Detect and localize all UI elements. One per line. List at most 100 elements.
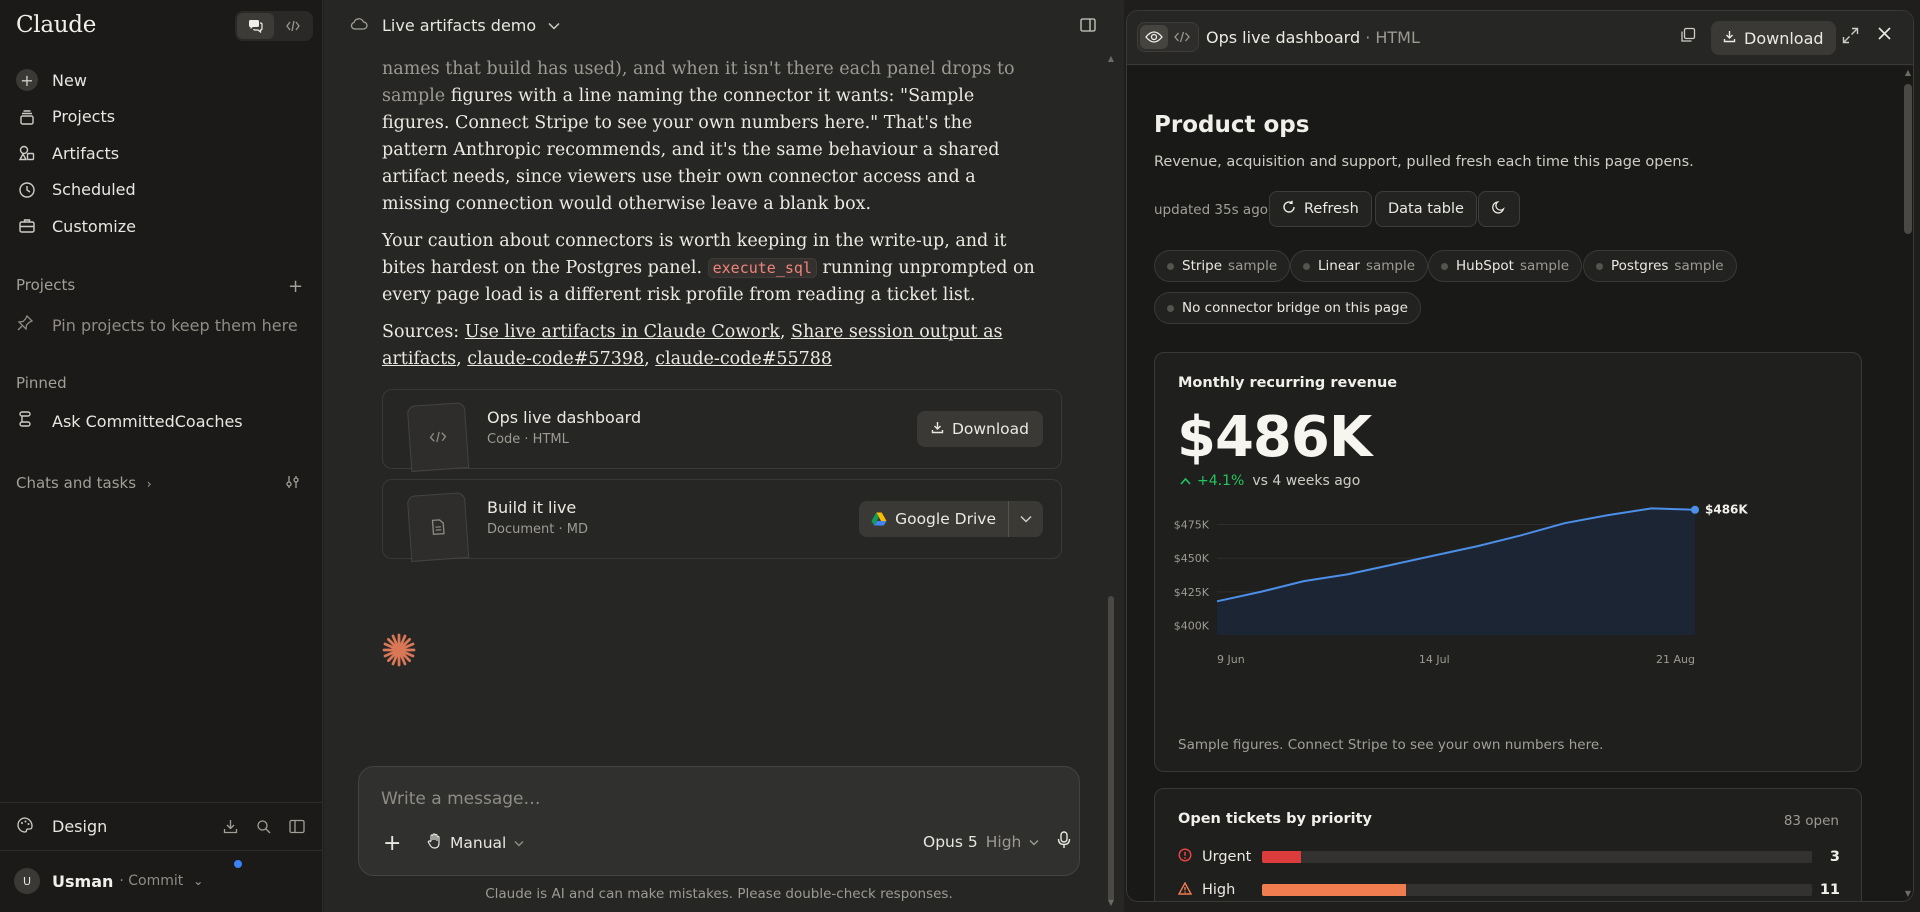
close-icon[interactable]	[1877, 25, 1892, 46]
expand-icon[interactable]	[1842, 27, 1859, 48]
pinned-item-ask-committedcoaches[interactable]: Ask CommittedCoaches	[16, 410, 243, 432]
chats-and-tasks-toggle[interactable]: Chats and tasks ›	[16, 474, 152, 492]
code-mode-icon[interactable]	[274, 13, 311, 39]
sidebar-collapse-icon[interactable]	[289, 819, 305, 838]
sidebar-item-customize[interactable]: Customize	[0, 208, 323, 245]
sidebar-item-new[interactable]: + New	[0, 62, 323, 99]
google-drive-label: Google Drive	[895, 510, 996, 528]
add-project-icon[interactable]: +	[288, 276, 303, 297]
y-tick-label: $450K	[1174, 552, 1210, 565]
priority-bar-track	[1262, 884, 1812, 896]
pinned-section-label: Pinned	[16, 374, 67, 392]
chat-mode-icon[interactable]	[237, 13, 274, 39]
refresh-label: Refresh	[1304, 201, 1359, 217]
status-dot	[1303, 262, 1310, 270]
tickets-card: Open tickets by priority 83 open Urgent …	[1154, 788, 1862, 901]
mode-toggle	[235, 11, 313, 41]
permission-mode-selector[interactable]: Manual	[427, 833, 524, 853]
connector-name: Stripe	[1182, 258, 1223, 274]
plus-icon: +	[16, 69, 38, 92]
message-input[interactable]	[381, 789, 1041, 809]
chat-title-button[interactable]: Live artifacts demo	[350, 16, 560, 35]
connector-chip-linear: Linear sample	[1290, 250, 1429, 282]
scrollbar-thumb[interactable]	[1108, 596, 1114, 902]
eye-icon[interactable]	[1140, 25, 1168, 49]
artifact-name: Ops live dashboard	[1206, 28, 1361, 47]
artifact-kind: · HTML	[1365, 28, 1420, 47]
artifact-panel-toggle-icon[interactable]	[1080, 18, 1096, 36]
refresh-button[interactable]: Refresh	[1269, 191, 1372, 227]
theme-toggle-button[interactable]	[1478, 191, 1520, 227]
notification-dot	[234, 860, 242, 868]
download-label: Download	[1744, 28, 1824, 48]
sidebar-item-projects[interactable]: Projects	[0, 99, 323, 136]
dashboard-subtitle: Revenue, acquisition and support, pulled…	[1154, 154, 1694, 170]
x-tick-label: 21 Aug	[1656, 653, 1695, 666]
download-label: Download	[951, 420, 1029, 438]
priority-label: Urgent	[1202, 849, 1252, 865]
message-composer: + Manual Opus 5 High	[358, 766, 1080, 876]
chat-header: Live artifacts demo	[324, 0, 1124, 54]
model-selector[interactable]: Opus 5 High	[923, 833, 1039, 851]
chevron-down-icon	[548, 19, 560, 33]
data-label-end: $486K	[1705, 503, 1748, 517]
microphone-icon[interactable]	[1057, 831, 1071, 854]
scroll-up-arrow-icon[interactable]: ▲	[1903, 68, 1913, 77]
source-link[interactable]: claude-code#57398	[467, 349, 644, 369]
effort-level: High	[985, 833, 1022, 851]
connector-state: sample	[1228, 258, 1278, 274]
artifact-title: Ops live dashboard · HTML	[1206, 28, 1420, 47]
x-tick-label: 9 Jun	[1217, 653, 1245, 666]
source-link[interactable]: claude-code#55788	[655, 349, 832, 369]
search-icon[interactable]	[256, 819, 271, 838]
open-ticket-count: 83 open	[1783, 813, 1839, 829]
connector-name: Postgres	[1611, 258, 1669, 274]
user-name: Usman	[52, 871, 114, 891]
pin-icon	[16, 314, 38, 336]
file-meta: Code · HTML	[487, 432, 569, 447]
chevron-down-icon	[1029, 836, 1039, 849]
priority-count: 3	[1829, 849, 1840, 865]
status-dot	[1441, 262, 1448, 270]
save-to-google-drive-button[interactable]: Google Drive	[859, 501, 1009, 537]
x-tick-label: 14 Jul	[1419, 653, 1450, 666]
hand-icon	[427, 833, 442, 853]
priority-bar-track	[1262, 851, 1812, 863]
shapes-icon	[16, 142, 38, 164]
add-attachment-icon[interactable]: +	[383, 831, 401, 856]
y-tick-label: $475K	[1174, 519, 1210, 532]
sidebar-item-artifacts[interactable]: Artifacts	[0, 135, 323, 172]
artifact-download-button[interactable]: Download	[1711, 21, 1836, 55]
download-button[interactable]: Download	[916, 411, 1043, 447]
chevron-down-icon[interactable]	[1009, 512, 1043, 526]
sidebar-nav: + New Projects Artifacts Scheduled Custo…	[0, 62, 323, 245]
mrr-chart: $400K $425K $450K $475K $486K 9 Jun 14 Jul 21 A…	[1174, 503, 1749, 666]
scroll-down-arrow-icon[interactable]: ▼	[1106, 898, 1116, 907]
model-name: Opus 5	[923, 833, 978, 851]
connector-state: sample	[1674, 258, 1724, 274]
sidebar-item-scheduled[interactable]: Scheduled	[0, 172, 323, 209]
copy-icon[interactable]	[1680, 27, 1696, 47]
design-label: Design	[52, 817, 108, 836]
scrollbar-thumb[interactable]	[1904, 84, 1912, 234]
scroll-up-arrow-icon[interactable]: ▲	[1106, 54, 1116, 63]
connector-name: No connector bridge on this page	[1182, 300, 1408, 316]
data-table-button[interactable]: Data table	[1375, 191, 1477, 227]
download-tray-icon[interactable]	[223, 819, 238, 838]
source-link[interactable]: Use live artifacts in Claude Cowork	[465, 322, 780, 342]
filter-sliders-icon[interactable]	[285, 474, 301, 494]
projects-section-label: Projects	[16, 276, 76, 294]
artifact-toolbar: Ops live dashboard · HTML Download	[1127, 11, 1913, 65]
claude-spark-icon	[382, 633, 416, 667]
chat-scrollbar[interactable]: ▲ ▼	[1106, 52, 1116, 910]
user-menu[interactable]: U Usman · Commit ⌄	[0, 819, 323, 911]
file-card-build-it-live[interactable]: Build it live Document · MD Google Drive	[382, 479, 1062, 562]
brand-logo[interactable]: Claude	[16, 12, 96, 38]
scroll-down-arrow-icon[interactable]: ▼	[1903, 889, 1913, 898]
sidebar-item-label: Artifacts	[52, 143, 120, 163]
alert-circle-icon	[1178, 848, 1196, 866]
google-drive-split-button: Google Drive	[859, 501, 1043, 537]
artifact-scrollbar[interactable]: ▲ ▼	[1901, 66, 1913, 901]
file-card-ops-dashboard[interactable]: Ops live dashboard Code · HTML Download	[382, 389, 1062, 472]
code-icon[interactable]	[1168, 25, 1196, 49]
